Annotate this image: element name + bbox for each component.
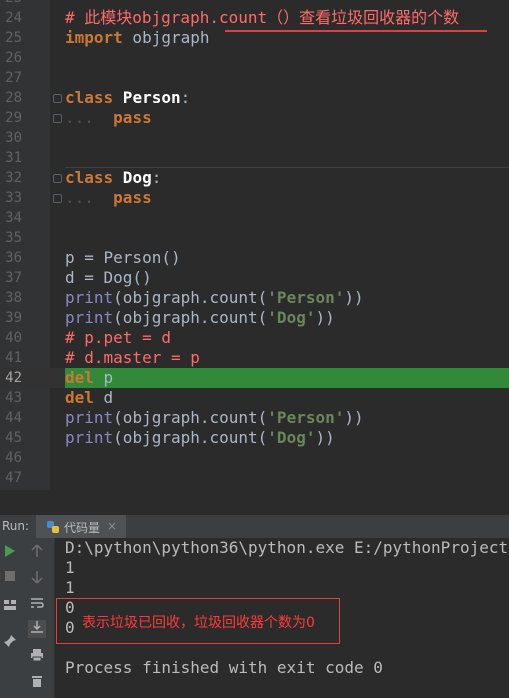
down-arrow-icon[interactable] xyxy=(28,570,46,588)
line-number: 28 xyxy=(5,90,22,106)
trash-icon[interactable] xyxy=(28,674,46,692)
line-number: 31 xyxy=(5,150,22,166)
code-line-40: # p.pet = d xyxy=(65,328,171,347)
run-tab-label[interactable]: 代码量 xyxy=(64,519,100,536)
play-icon[interactable] xyxy=(1,544,19,562)
line-number: 26 xyxy=(5,50,22,66)
code-line-41: # d.master = p xyxy=(65,348,200,367)
code-line-38: print(objgraph.count('Person')) xyxy=(65,288,364,307)
code-line-25: import objgraph xyxy=(65,28,210,47)
code-line-33: ... pass xyxy=(65,188,152,207)
console-line: D:\python\python36\python.exe E:/pythonP… xyxy=(65,538,509,557)
fold-marker-icon[interactable] xyxy=(53,94,62,103)
scroll-end-icon[interactable] xyxy=(28,620,46,638)
code-line-29: ... pass xyxy=(65,108,152,127)
line-number: 43 xyxy=(5,390,22,406)
code-line-36: p = Person() xyxy=(65,248,181,267)
line-number: 33 xyxy=(5,190,22,206)
wrap-icon[interactable] xyxy=(28,596,46,614)
console-line: 1 xyxy=(65,578,75,597)
console-line: Process finished with exit code 0 xyxy=(65,658,383,677)
stop-icon[interactable] xyxy=(1,570,19,588)
line-number: 40 xyxy=(5,330,22,346)
code-line-28: class Person: xyxy=(65,88,191,107)
close-icon[interactable]: × xyxy=(107,519,117,533)
code-line-24: # 此模块objgraph.count（）查看垃圾回收器的个数 xyxy=(65,8,460,27)
fold-marker-icon[interactable] xyxy=(53,194,62,203)
code-line-42: del p xyxy=(65,368,114,387)
line-number: 35 xyxy=(5,230,22,246)
comment-text: 此模块objgraph.count（）查看垃圾回收器的个数 xyxy=(84,8,460,27)
pin-icon[interactable] xyxy=(1,634,19,652)
fold-marker-icon[interactable] xyxy=(53,114,62,123)
highlighted-line xyxy=(65,368,509,388)
line-number: 39 xyxy=(5,310,22,326)
line-number: 47 xyxy=(5,470,22,486)
line-number: 29 xyxy=(5,110,22,126)
code-line-37: d = Dog() xyxy=(65,268,152,287)
line-number: 27 xyxy=(5,70,22,86)
fold-marker-icon[interactable] xyxy=(53,174,62,183)
line-number: 46 xyxy=(5,450,22,466)
line-number: 45 xyxy=(5,430,22,446)
run-toolbar xyxy=(0,538,55,698)
python-icon xyxy=(46,520,60,537)
line-number: 44 xyxy=(5,410,22,426)
code-line-32: class Dog: xyxy=(65,168,162,187)
line-number: 36 xyxy=(5,250,22,266)
code-line-39: print(objgraph.count('Dog')) xyxy=(65,308,335,327)
layout-icon[interactable] xyxy=(1,598,19,616)
line-number: 32 xyxy=(5,170,22,186)
console-line: 1 xyxy=(65,558,75,577)
line-number: 41 xyxy=(5,350,22,366)
up-arrow-icon[interactable] xyxy=(28,544,46,562)
run-label: Run: xyxy=(2,519,30,533)
run-tool-window-header: Run: 代码量 × xyxy=(0,514,509,539)
code-editor[interactable]: 23 24 25 26 27 28 29 30 31 32 33 34 35 3… xyxy=(0,0,509,490)
line-number: 34 xyxy=(5,210,22,226)
line-number: 24 xyxy=(5,10,22,26)
print-icon[interactable] xyxy=(28,648,46,666)
annotation-underline xyxy=(225,30,487,32)
line-number: 37 xyxy=(5,270,22,286)
annotation-text: 表示垃圾已回收，垃圾回收器个数为0 xyxy=(82,615,315,631)
line-number: 38 xyxy=(5,290,22,306)
code-line-44: print(objgraph.count('Person')) xyxy=(65,408,364,427)
line-number: 30 xyxy=(5,130,22,146)
code-line-43: del d xyxy=(65,388,114,407)
line-number: 25 xyxy=(5,30,22,46)
line-number: 23 xyxy=(0,0,22,8)
code-line-45: print(objgraph.count('Dog')) xyxy=(65,428,335,447)
line-number-current: 42 xyxy=(5,370,22,386)
